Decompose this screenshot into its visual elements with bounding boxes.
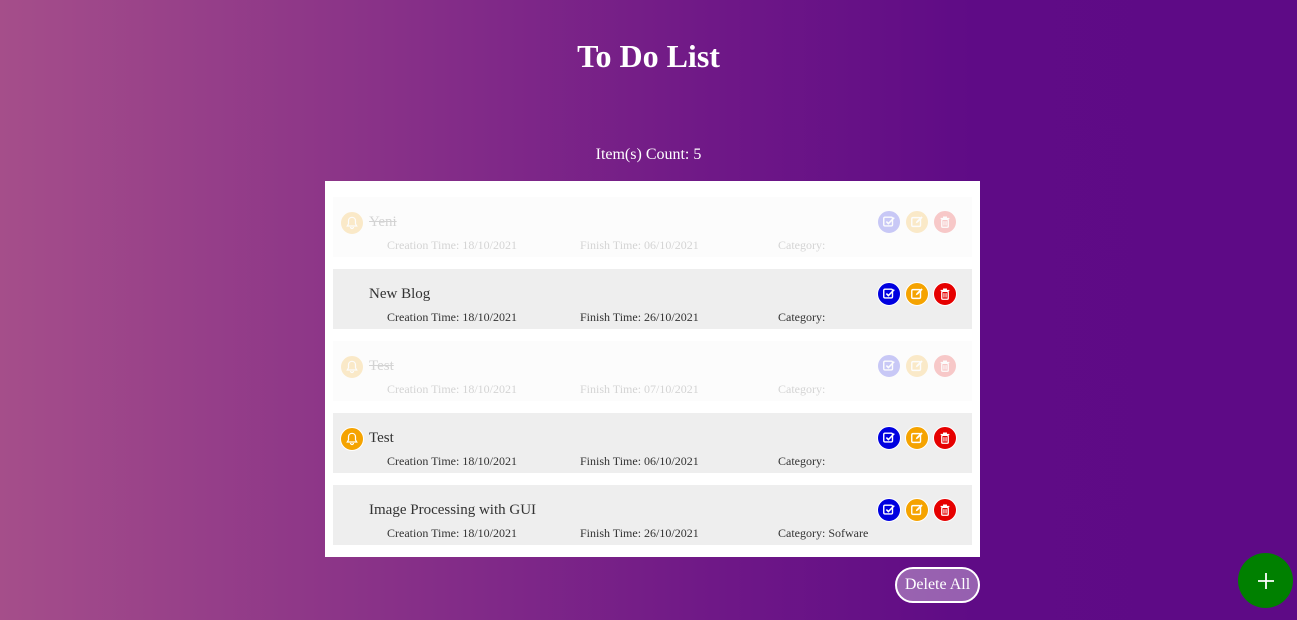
edit-icon xyxy=(911,216,923,228)
delete-all-button[interactable]: Delete All xyxy=(895,567,980,603)
bell-icon[interactable] xyxy=(340,211,364,235)
item-actions xyxy=(877,282,957,306)
edit-button[interactable] xyxy=(905,426,929,450)
edit-icon xyxy=(911,360,923,372)
add-item-button[interactable] xyxy=(1238,553,1293,608)
creation-time: Creation Time: 18/10/2021 xyxy=(387,454,518,468)
finish-time: Finish Time: 07/10/2021 xyxy=(580,382,699,396)
category: Category: xyxy=(778,454,826,468)
complete-button[interactable] xyxy=(877,426,901,450)
trash-icon xyxy=(940,360,950,372)
check-square-icon xyxy=(883,288,895,299)
edit-button[interactable] xyxy=(905,354,929,378)
finish-time: Finish Time: 06/10/2021 xyxy=(580,238,699,252)
todo-list: Yeni Creation Time: 18/10/2021 Finish Ti… xyxy=(325,181,980,557)
complete-button[interactable] xyxy=(877,354,901,378)
todo-title: Yeni xyxy=(369,214,397,230)
category: Category: Sofware xyxy=(778,526,869,540)
edit-button[interactable] xyxy=(905,210,929,234)
bell-icon[interactable] xyxy=(340,355,364,379)
page-title: To Do List xyxy=(577,38,720,74)
complete-button[interactable] xyxy=(877,210,901,234)
todo-item: Image Processing with GUI Creation Time:… xyxy=(333,485,972,545)
creation-time: Creation Time: 18/10/2021 xyxy=(387,382,518,396)
finish-time: Finish Time: 26/10/2021 xyxy=(580,310,699,324)
todo-item: Test Creation Time: 18/10/2021 Finish Ti… xyxy=(333,413,972,473)
check-square-icon xyxy=(883,432,895,443)
trash-icon xyxy=(940,288,950,300)
trash-icon xyxy=(940,504,950,516)
edit-icon xyxy=(911,288,923,300)
delete-button[interactable] xyxy=(933,354,957,378)
item-count: Item(s) Count: 5 xyxy=(595,146,702,163)
edit-button[interactable] xyxy=(905,498,929,522)
check-square-icon xyxy=(883,504,895,515)
edit-icon xyxy=(911,432,923,444)
delete-button[interactable] xyxy=(933,426,957,450)
trash-icon xyxy=(940,432,950,444)
edit-button[interactable] xyxy=(905,282,929,306)
bell-icon[interactable] xyxy=(340,427,364,451)
delete-button[interactable] xyxy=(933,210,957,234)
category: Category: xyxy=(778,310,826,324)
todo-title: Test xyxy=(369,430,394,446)
todo-item: New Blog Creation Time: 18/10/2021 Finis… xyxy=(333,269,972,329)
item-actions xyxy=(877,426,957,450)
finish-time: Finish Time: 06/10/2021 xyxy=(580,454,699,468)
delete-button[interactable] xyxy=(933,282,957,306)
check-square-icon xyxy=(883,216,895,227)
complete-button[interactable] xyxy=(877,282,901,306)
trash-icon xyxy=(940,216,950,228)
creation-time: Creation Time: 18/10/2021 xyxy=(387,310,518,324)
creation-time: Creation Time: 18/10/2021 xyxy=(387,238,518,252)
check-square-icon xyxy=(883,360,895,371)
complete-button[interactable] xyxy=(877,498,901,522)
category: Category: xyxy=(778,382,826,396)
todo-item: Test Creation Time: 18/10/2021 Finish Ti… xyxy=(333,341,972,401)
todo-title: Test xyxy=(369,358,394,374)
todo-item: Yeni Creation Time: 18/10/2021 Finish Ti… xyxy=(333,197,972,257)
todo-title: Image Processing with GUI xyxy=(369,502,537,518)
edit-icon xyxy=(911,504,923,516)
category: Category: xyxy=(778,238,826,252)
item-actions xyxy=(877,210,957,234)
item-actions xyxy=(877,354,957,378)
creation-time: Creation Time: 18/10/2021 xyxy=(387,526,518,540)
item-actions xyxy=(877,498,957,522)
todo-title: New Blog xyxy=(369,286,431,302)
plus-icon xyxy=(1257,572,1274,589)
delete-button[interactable] xyxy=(933,498,957,522)
finish-time: Finish Time: 26/10/2021 xyxy=(580,526,699,540)
